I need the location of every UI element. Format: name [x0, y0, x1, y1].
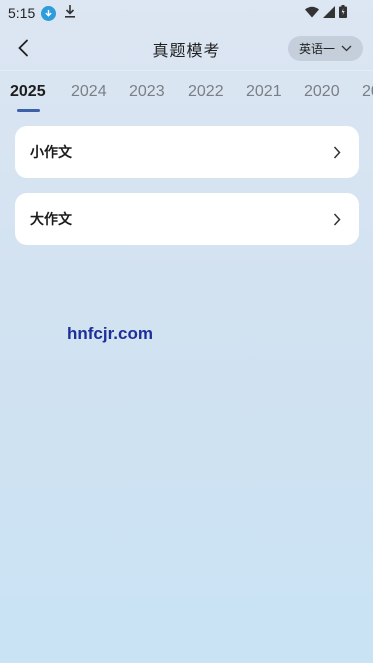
tab-2024[interactable]: 2024	[71, 83, 107, 101]
card-short-essay[interactable]: 小作文	[15, 126, 359, 178]
card-label: 大作文	[30, 212, 72, 228]
card-label: 小作文	[30, 145, 72, 161]
language-select-button[interactable]: 英语一	[288, 36, 363, 61]
chevron-right-icon	[330, 145, 344, 159]
status-time: 5:15	[8, 5, 36, 21]
signal-icon	[323, 5, 335, 22]
tab-partial[interactable]: 20	[362, 83, 373, 101]
tab-2020[interactable]: 2020	[304, 83, 340, 101]
download-arrow-icon	[64, 4, 76, 22]
year-tabs: 2025 2024 2023 2022 2021 2020 20	[0, 71, 373, 115]
download-badge-icon	[41, 5, 57, 21]
tab-2023[interactable]: 2023	[129, 83, 165, 101]
watermark-text: hnfcjr.com	[67, 324, 153, 343]
chevron-down-icon	[341, 45, 352, 52]
tab-2021[interactable]: 2021	[246, 83, 282, 101]
status-bar: 5:15	[0, 0, 373, 26]
tab-2022[interactable]: 2022	[188, 83, 224, 101]
card-long-essay[interactable]: 大作文	[15, 193, 359, 245]
tab-2025[interactable]: 2025	[10, 83, 46, 101]
chevron-right-icon	[330, 212, 344, 226]
language-label: 英语一	[298, 42, 335, 56]
nav-bar: 真题模考 英语一	[0, 26, 373, 70]
tab-active-indicator	[17, 109, 40, 112]
battery-icon	[339, 5, 347, 22]
wifi-icon	[305, 6, 319, 22]
